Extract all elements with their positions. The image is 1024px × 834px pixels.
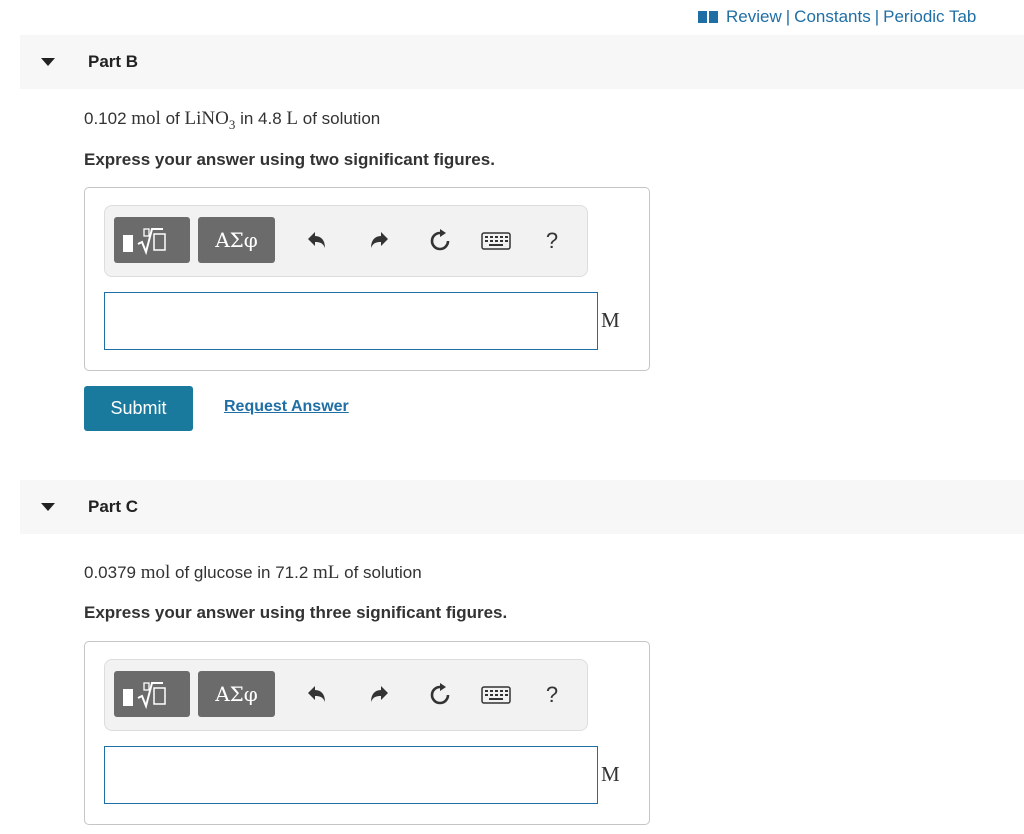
help-button[interactable]: ? xyxy=(539,228,565,254)
math-toolbar: ΑΣφ ? xyxy=(104,659,588,731)
separator: | xyxy=(874,7,880,26)
part-b-question: 0.102 mol of LiNO3 in 4.8 L of solution xyxy=(84,108,381,132)
keyboard-icon[interactable] xyxy=(480,228,512,254)
part-c-answer-input[interactable] xyxy=(104,746,598,804)
keyboard-icon[interactable] xyxy=(480,682,512,708)
templates-button[interactable] xyxy=(114,217,190,263)
constants-link[interactable]: Constants xyxy=(794,7,871,26)
templates-sqrt-icon xyxy=(123,682,166,709)
undo-icon[interactable] xyxy=(304,682,330,708)
templates-sqrt-icon xyxy=(123,228,166,255)
redo-icon[interactable] xyxy=(366,228,392,254)
templates-button[interactable] xyxy=(114,671,190,717)
collapse-triangle-icon[interactable] xyxy=(41,503,55,511)
math-toolbar: ΑΣφ ? xyxy=(104,205,588,277)
submit-button[interactable]: Submit xyxy=(84,386,193,431)
part-b-answer-box: ΑΣφ ? M xyxy=(84,187,650,371)
top-links: Review | Constants | Periodic Tab xyxy=(698,6,976,30)
reset-icon[interactable] xyxy=(427,682,453,708)
separator: | xyxy=(785,7,791,26)
request-answer-link[interactable]: Request Answer xyxy=(224,398,349,416)
part-b-title: Part B xyxy=(88,52,139,71)
part-c-unit: M xyxy=(601,762,620,786)
symbols-button[interactable]: ΑΣφ xyxy=(198,671,275,717)
part-b-unit: M xyxy=(601,308,620,332)
part-c-question: 0.0379 mol of glucose in 71.2 mL of solu… xyxy=(84,562,422,583)
part-c-title: Part C xyxy=(88,497,139,516)
symbols-button[interactable]: ΑΣφ xyxy=(198,217,275,263)
undo-icon[interactable] xyxy=(304,228,330,254)
periodic-table-link[interactable]: Periodic Tab xyxy=(883,7,976,26)
part-c-answer-box: ΑΣφ ? M xyxy=(84,641,650,825)
part-c-instruction: Express your answer using three signific… xyxy=(84,603,508,622)
collapse-triangle-icon[interactable] xyxy=(41,58,55,66)
redo-icon[interactable] xyxy=(366,682,392,708)
part-b-instruction: Express your answer using two significan… xyxy=(84,150,495,169)
review-link[interactable]: Review xyxy=(726,7,782,26)
help-button[interactable]: ? xyxy=(539,682,565,708)
part-b-header[interactable]: Part B xyxy=(20,35,1024,89)
reset-icon[interactable] xyxy=(427,228,453,254)
part-c-header[interactable]: Part C xyxy=(20,480,1024,534)
book-icon xyxy=(698,8,718,30)
part-b-answer-input[interactable] xyxy=(104,292,598,350)
